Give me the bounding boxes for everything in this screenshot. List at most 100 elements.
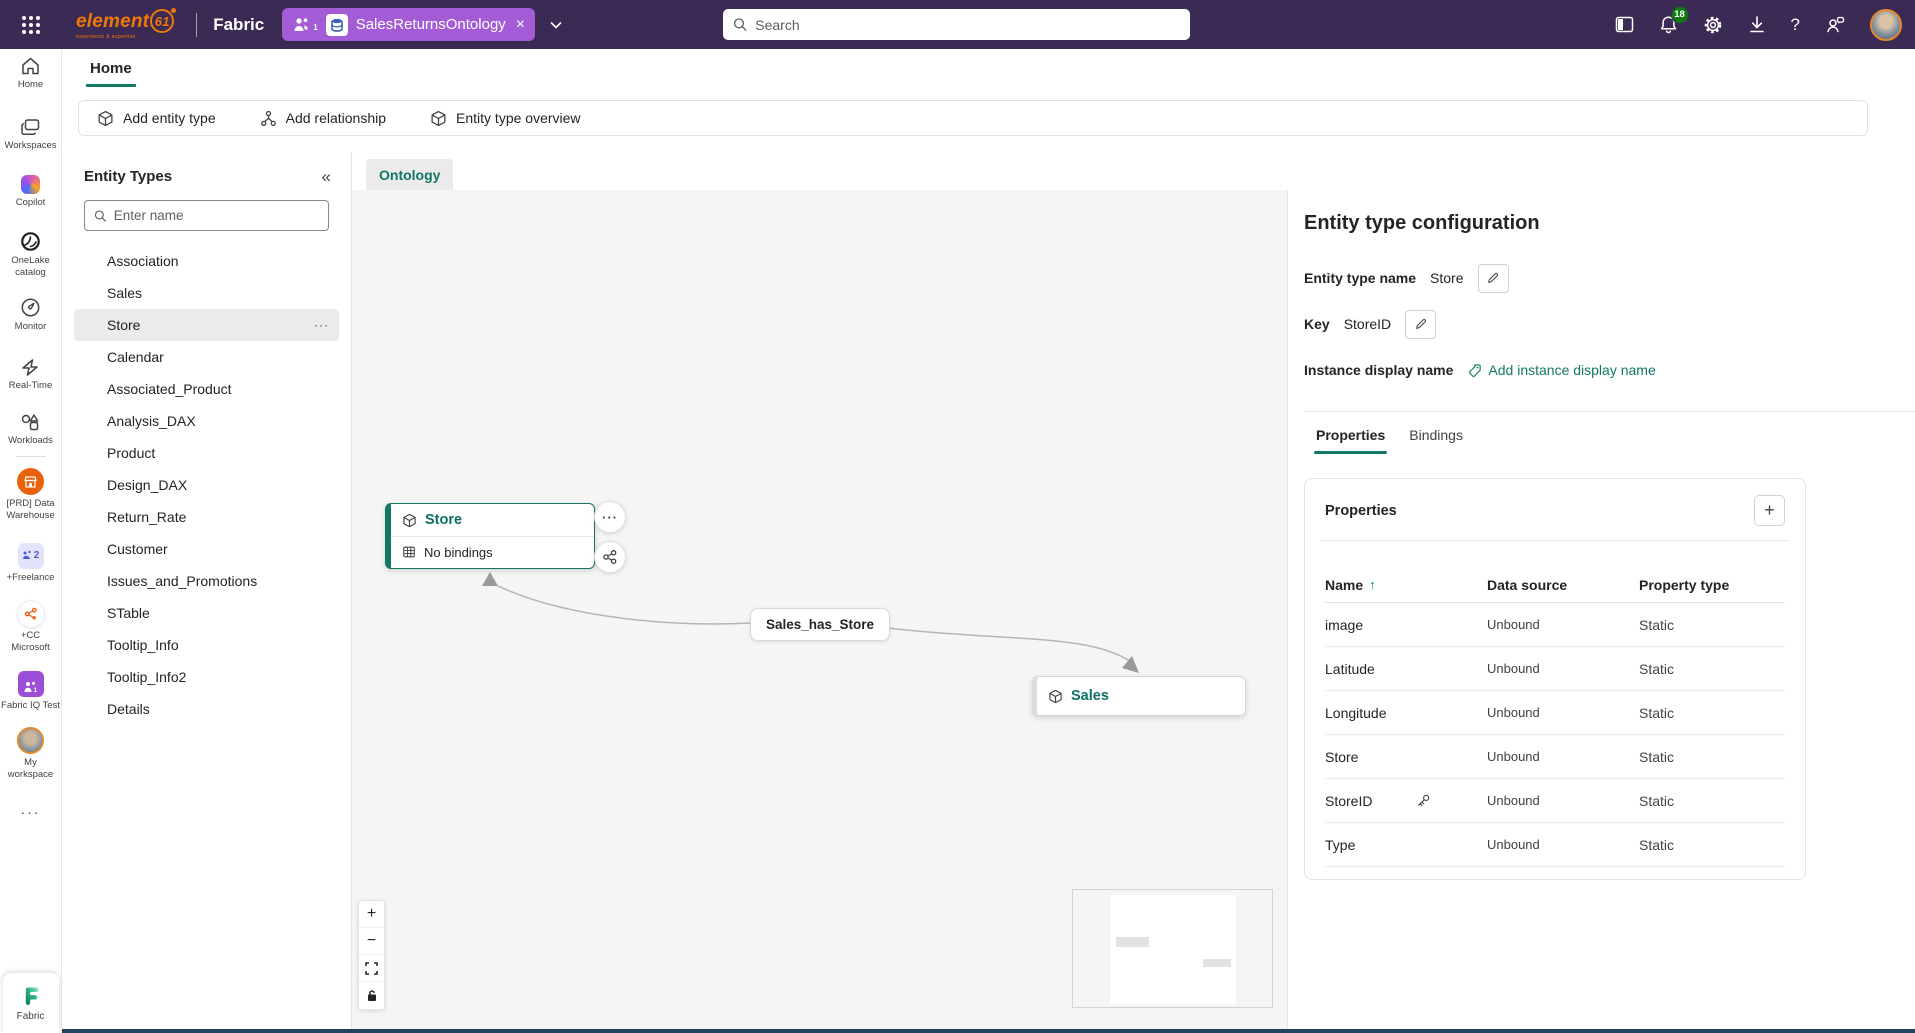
entity-type-list-item[interactable]: Calendar [74, 341, 339, 373]
entity-type-name: Tooltip_Info2 [107, 669, 187, 685]
workspace-dropdown-caret[interactable] [550, 21, 562, 29]
entity-type-list-item[interactable]: Sales [74, 277, 339, 309]
rail-item-fabric-home[interactable]: Fabric [2, 973, 59, 1033]
entity-type-name-value: Store [1430, 270, 1464, 286]
rail-item-my-workspace[interactable]: My workspace [1, 727, 61, 780]
app-launcher-button[interactable] [0, 0, 62, 49]
canvas-minimap[interactable] [1072, 889, 1273, 1008]
rail-item-monitor[interactable]: Monitor [1, 297, 61, 332]
workloads-icon [21, 413, 39, 430]
minimap-viewport [1110, 895, 1236, 1004]
property-type: Static [1639, 704, 1675, 721]
rail-item-copilot[interactable]: Copilot [1, 174, 61, 208]
add-property-button[interactable]: + [1754, 495, 1785, 526]
monitor-icon [21, 298, 40, 317]
add-relationship-button[interactable]: Add relationship [260, 110, 386, 127]
lock-canvas-button[interactable] [359, 982, 384, 1009]
entity-type-list-item[interactable]: Analysis_DAX [74, 405, 339, 437]
entity-type-name: Associated_Product [107, 381, 232, 397]
rail-item-cc-microsoft[interactable]: +CC Microsoft [1, 601, 61, 653]
feedback-icon [1827, 16, 1845, 33]
entity-type-list-item[interactable]: Details [74, 693, 339, 725]
entity-search-box[interactable] [84, 200, 329, 231]
entity-node-sales[interactable]: Sales [1032, 676, 1246, 716]
property-row[interactable]: image Unbound Static [1325, 603, 1785, 647]
edit-name-button[interactable] [1477, 263, 1509, 293]
rail-item-workspaces[interactable]: Workspaces [1, 118, 61, 151]
properties-card-title: Properties [1325, 502, 1397, 519]
add-instance-display-name-link[interactable]: Add instance display name [1467, 362, 1656, 378]
property-row[interactable]: StoreID Unbound Static [1325, 779, 1785, 823]
global-search[interactable] [723, 9, 1190, 40]
tab-properties[interactable]: Properties [1304, 414, 1397, 454]
column-name[interactable]: Name [1325, 577, 1363, 593]
rail-item-workloads[interactable]: Workloads [1, 413, 61, 446]
download-icon [1749, 16, 1764, 33]
fit-view-button[interactable] [359, 955, 384, 982]
relationship-label[interactable]: Sales_has_Store [750, 608, 891, 641]
entity-type-name: Store [107, 317, 141, 333]
toggle-pane-button[interactable] [1615, 15, 1634, 34]
entity-type-list-item[interactable]: Tooltip_Info [74, 629, 339, 661]
property-name: Store [1325, 748, 1359, 765]
svg-text:1: 1 [33, 687, 37, 693]
node-create-relationship-button[interactable] [594, 541, 626, 573]
settings-button[interactable] [1703, 15, 1723, 35]
rail-item-prd-data-warehouse[interactable]: [PRD] Data Warehouse [1, 468, 61, 521]
tab-ontology[interactable]: Ontology [366, 159, 454, 190]
close-icon[interactable]: × [516, 16, 525, 33]
column-data-source[interactable]: Data source [1487, 577, 1639, 593]
brand-number: 61 [150, 8, 177, 33]
downloads-button[interactable] [1748, 15, 1766, 34]
search-input[interactable] [755, 16, 1180, 33]
waffle-icon [22, 15, 40, 34]
feedback-button[interactable] [1825, 15, 1845, 34]
entity-types-panel: Entity Types « Association Sales Store ·… [62, 152, 352, 1029]
rail-item-freelance[interactable]: 2 +Freelance [1, 542, 61, 583]
edit-key-button[interactable] [1405, 309, 1437, 339]
item-more-button[interactable]: ··· [314, 318, 329, 332]
entity-type-list-item[interactable]: Associated_Product [74, 373, 339, 405]
entity-type-list-item[interactable]: Product [74, 437, 339, 469]
button-label: Add entity type [123, 110, 216, 126]
column-property-type[interactable]: Property type [1639, 577, 1785, 593]
gear-icon [1704, 16, 1721, 33]
tab-home[interactable]: Home [86, 60, 136, 87]
node-more-button[interactable]: ··· [594, 501, 626, 533]
rail-item-real-time[interactable]: Real-Time [1, 358, 61, 391]
entity-type-overview-button[interactable]: Entity type overview [430, 110, 581, 127]
ontology-canvas[interactable]: Store No bindings ··· Sales_has_Store Sa… [352, 190, 1287, 1029]
rail-item-fabric-iq-test[interactable]: 1 Fabric IQ Test [1, 671, 61, 711]
account-avatar[interactable] [1870, 8, 1902, 41]
entity-type-list-item[interactable]: Association [74, 245, 339, 277]
zoom-out-button[interactable]: − [359, 928, 384, 955]
rail-item-home[interactable]: Home [1, 56, 61, 90]
entity-type-list-item[interactable]: Customer [74, 533, 339, 565]
notifications-button[interactable]: 18 [1659, 5, 1689, 35]
add-entity-type-button[interactable]: Add entity type [97, 110, 216, 127]
entity-type-list-item[interactable]: Store ··· [74, 309, 339, 341]
tab-bindings[interactable]: Bindings [1397, 414, 1475, 454]
property-row[interactable]: Latitude Unbound Static [1325, 647, 1785, 691]
workspaces-icon [20, 119, 39, 136]
zoom-in-button[interactable]: + [359, 901, 384, 928]
property-row[interactable]: Type Unbound Static [1325, 823, 1785, 867]
entity-type-list-item[interactable]: STable [74, 597, 339, 629]
entity-node-store[interactable]: Store No bindings [385, 503, 595, 569]
rail-label: Real-Time [8, 380, 53, 392]
collapse-panel-button[interactable]: « [322, 168, 331, 185]
entity-type-list-item[interactable]: Design_DAX [74, 469, 339, 501]
rail-item-onelake-catalog[interactable]: OneLake catalog [1, 231, 61, 278]
entity-type-list-item[interactable]: Issues_and_Promotions [74, 565, 339, 597]
property-row[interactable]: Longitude Unbound Static [1325, 691, 1785, 735]
entity-search-input[interactable] [113, 208, 319, 223]
entity-type-list-item[interactable]: Return_Rate [74, 501, 339, 533]
fabric-iq-icon: 1 [17, 671, 44, 698]
property-type: Static [1639, 748, 1675, 765]
search-icon [94, 209, 106, 222]
property-row[interactable]: Store Unbound Static [1325, 735, 1785, 779]
workspace-tab[interactable]: 1 SalesReturnsOntology × [282, 8, 536, 41]
rail-more-button[interactable]: ··· [21, 804, 41, 820]
entity-type-list-item[interactable]: Tooltip_Info2 [74, 661, 339, 693]
help-button[interactable]: ? [1791, 15, 1800, 35]
